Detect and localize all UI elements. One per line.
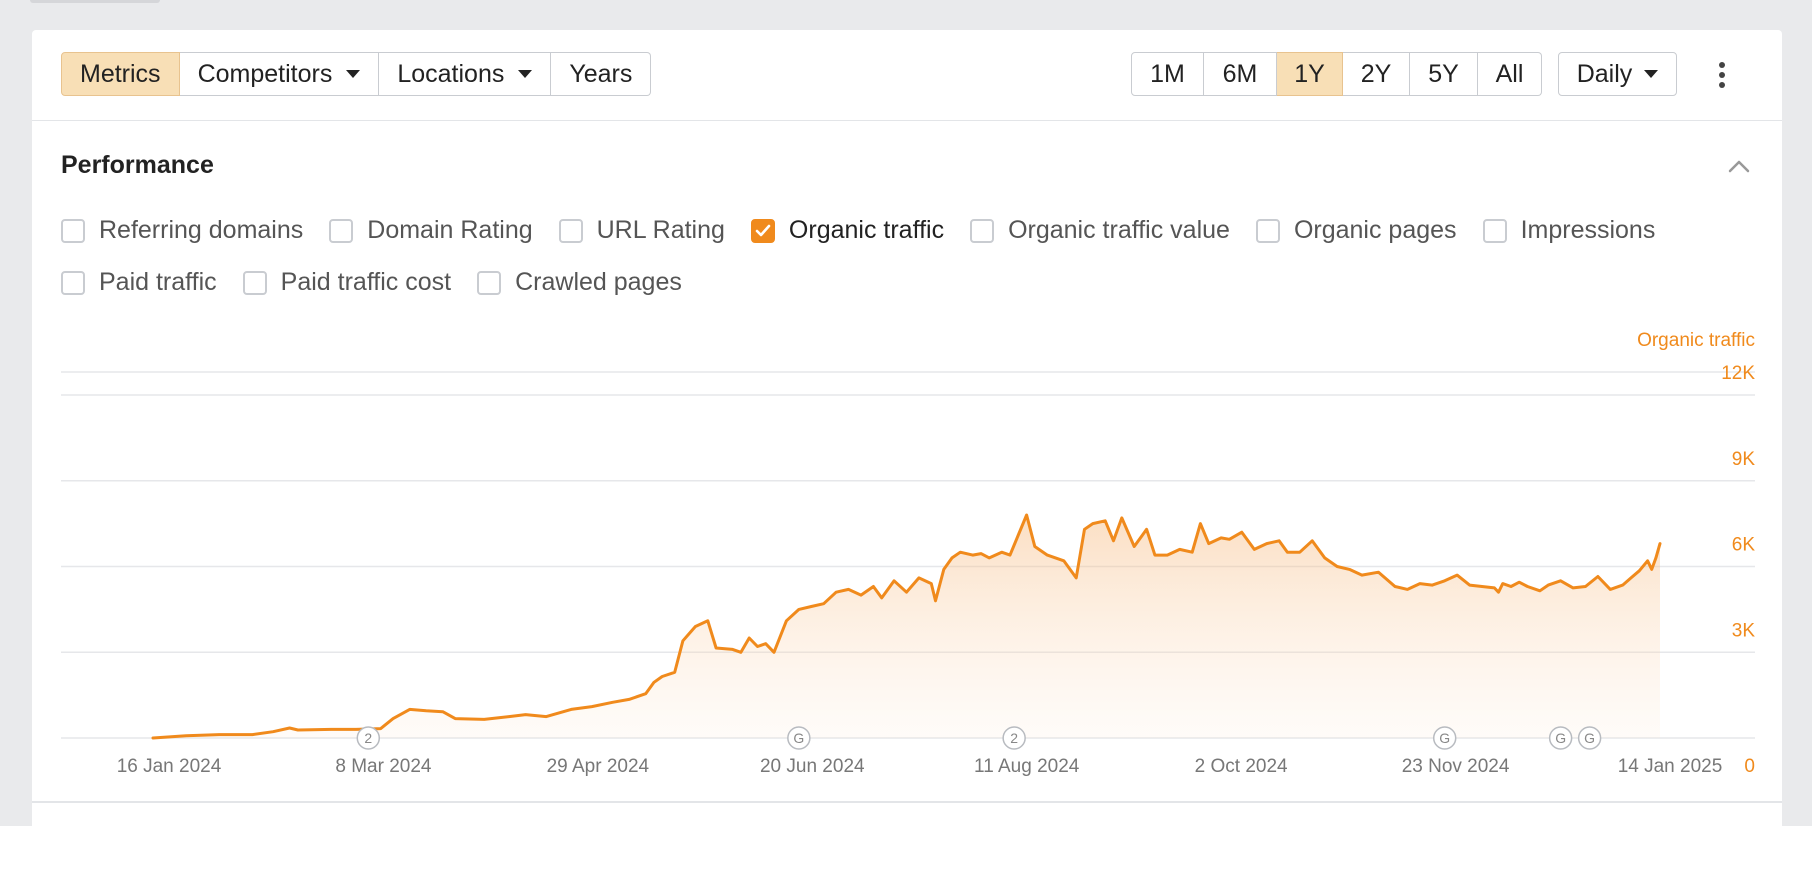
years-button[interactable]: Years (551, 52, 652, 96)
y-tick-label: 0 (1744, 756, 1755, 777)
checkbox[interactable] (1255, 218, 1280, 243)
checkbox[interactable] (329, 218, 354, 243)
range-1m-button[interactable]: 1M (1131, 52, 1204, 96)
annotation-marker[interactable]: 2 (356, 726, 381, 750)
date-range-button-group: 1M 6M 1Y 2Y 5Y All (1131, 52, 1542, 96)
metric-label: URL Rating (596, 216, 725, 244)
metric-label: Domain Rating (367, 216, 533, 244)
x-tick-label: 29 Apr 2024 (547, 756, 650, 777)
annotation-marker[interactable]: G (787, 726, 811, 750)
caret-down-icon (1644, 70, 1659, 78)
checkbox-checked[interactable] (750, 218, 775, 243)
x-axis-ticks: 16 Jan 2024 8 Mar 2024 29 Apr 2024 20 Jun 2… (117, 756, 1723, 777)
y-tick-label: 3K (1732, 620, 1756, 641)
locations-dropdown[interactable]: Locations (379, 52, 552, 96)
range-label: 1M (1150, 59, 1185, 88)
y-tick-label: 9K (1732, 449, 1756, 470)
metric-toggles-row-2: Paid traffic Paid traffic cost Crawled p… (61, 268, 708, 297)
metric-crawled-pages[interactable]: Crawled pages (477, 268, 682, 297)
y-axis-title: Organic traffic (1637, 330, 1755, 351)
section-title: Performance (61, 151, 214, 179)
view-mode-button-group: Metrics Competitors Locations Years (61, 52, 652, 96)
annotation-marker[interactable]: G (1432, 726, 1457, 750)
organic-traffic-area (153, 515, 1660, 738)
marker-label: G (1439, 730, 1450, 746)
metrics-button[interactable]: Metrics (61, 52, 180, 96)
marker-label: 2 (1010, 730, 1018, 746)
x-tick-label: 16 Jan 2024 (117, 756, 222, 777)
metric-domain-rating[interactable]: Domain Rating (329, 216, 533, 245)
chevron-up-icon[interactable] (1728, 158, 1750, 174)
top-tab-indicator (30, 0, 160, 3)
competitors-dropdown[interactable]: Competitors (179, 52, 380, 96)
annotation-marker[interactable]: G (1548, 726, 1573, 750)
metric-label: Organic traffic value (1008, 216, 1230, 244)
range-label: 2Y (1360, 59, 1392, 88)
x-tick-label: 11 Aug 2024 (974, 756, 1080, 777)
checkmark-icon (755, 224, 771, 236)
checkbox[interactable] (558, 218, 583, 243)
vertical-dots-icon[interactable] (1710, 58, 1734, 92)
metric-impressions[interactable]: Impressions (1482, 216, 1656, 245)
metric-label: Paid traffic cost (280, 268, 452, 296)
checkbox[interactable] (242, 270, 267, 295)
metric-label: Referring domains (99, 216, 304, 244)
marker-label: G (1555, 730, 1566, 746)
range-1y-button[interactable]: 1Y (1277, 52, 1343, 96)
x-tick-label: 14 Jan 2025 (1618, 756, 1723, 777)
metric-organic-pages[interactable]: Organic pages (1255, 216, 1457, 245)
range-2y-button[interactable]: 2Y (1343, 52, 1410, 96)
organic-traffic-chart: 2 G 2 G G G 16 Jan 2024 8 Mar 2024 29 Apr 2024 2… (61, 330, 1755, 777)
years-label: Years (569, 59, 633, 88)
granularity-label: Daily (1576, 59, 1633, 88)
range-5y-button[interactable]: 5Y (1410, 52, 1478, 96)
range-6m-button[interactable]: 6M (1204, 52, 1277, 96)
marker-label: 2 (364, 730, 372, 746)
competitors-label: Competitors (197, 59, 333, 88)
checkbox[interactable] (970, 218, 995, 243)
annotation-marker[interactable]: 2 (1002, 726, 1026, 750)
x-tick-label: 23 Nov 2024 (1402, 756, 1510, 777)
y-tick-label: 12K (1721, 363, 1755, 384)
x-tick-label: 2 Oct 2024 (1195, 756, 1288, 777)
range-label: 6M (1222, 59, 1258, 88)
metric-label: Organic traffic (788, 216, 945, 244)
metric-url-rating[interactable]: URL Rating (558, 216, 725, 245)
metrics-label: Metrics (80, 59, 161, 88)
metric-label: Paid traffic (99, 268, 217, 296)
locations-label: Locations (397, 59, 505, 88)
metric-label: Crawled pages (515, 268, 682, 296)
range-all-button[interactable]: All (1478, 52, 1542, 96)
metric-referring-domains[interactable]: Referring domains (61, 216, 303, 245)
y-axis-ticks: 0 3K 6K 9K 12K (1721, 363, 1755, 777)
checkbox[interactable] (61, 218, 85, 243)
granularity-dropdown[interactable]: Daily (1558, 52, 1677, 96)
x-tick-label: 8 Mar 2024 (335, 756, 432, 777)
metric-organic-traffic[interactable]: Organic traffic (750, 216, 945, 245)
range-label: All (1495, 59, 1524, 88)
y-tick-label: 6K (1732, 535, 1756, 556)
checkbox[interactable] (1482, 218, 1507, 243)
toolbar-divider (32, 120, 1782, 121)
metric-organic-traffic-value[interactable]: Organic traffic value (970, 216, 1230, 245)
metric-toggles-row-1: Referring domains Domain Rating URL Rati… (61, 216, 1681, 245)
range-label: 5Y (1428, 59, 1459, 88)
metric-paid-traffic-cost[interactable]: Paid traffic cost (242, 268, 452, 297)
metric-paid-traffic[interactable]: Paid traffic (61, 268, 217, 297)
marker-label: G (793, 730, 804, 746)
caret-down-icon (346, 70, 361, 78)
metric-label: Organic pages (1293, 216, 1457, 244)
x-tick-label: 20 Jun 2024 (760, 756, 865, 777)
bottom-strip (0, 826, 1812, 873)
marker-label: G (1584, 730, 1595, 746)
card-bottom-divider (32, 801, 1782, 803)
checkbox[interactable] (477, 270, 502, 295)
metric-label: Impressions (1520, 216, 1656, 244)
annotation-marker[interactable]: G (1577, 726, 1602, 750)
checkbox[interactable] (61, 270, 85, 295)
caret-down-icon (518, 70, 533, 78)
range-label: 1Y (1294, 59, 1325, 88)
